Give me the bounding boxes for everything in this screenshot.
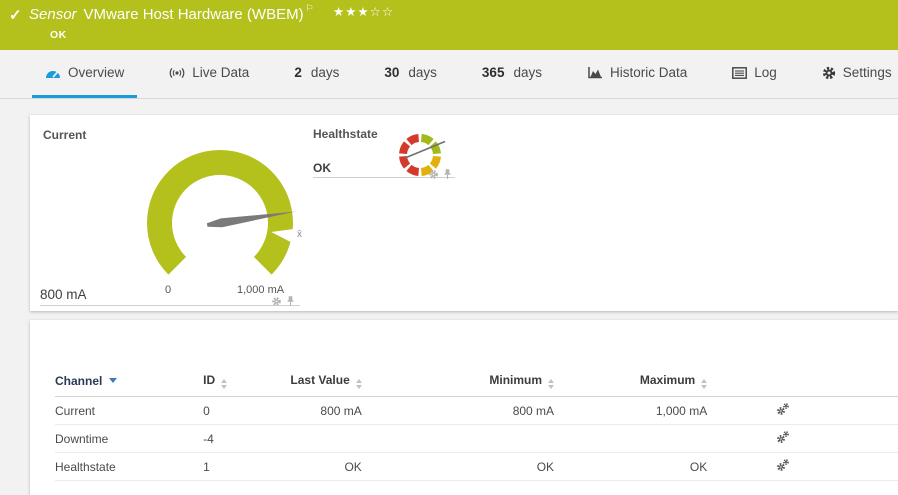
status-check-icon: ✓: [9, 7, 22, 24]
sort-desc-icon: [109, 378, 118, 383]
flag-icon[interactable]: ⚐: [306, 3, 314, 13]
cell-channel[interactable]: Current: [55, 396, 204, 425]
priority-stars[interactable]: ★★★☆☆: [333, 4, 394, 19]
current-last-value: 800 mA: [40, 287, 87, 302]
healthstate-gauge-segment: [406, 134, 420, 146]
tab-2-days[interactable]: 2 days: [281, 50, 352, 98]
sensor-kind-label: Sensor: [29, 6, 77, 23]
cell-maximum: [554, 424, 708, 453]
tab-number: 30: [384, 65, 400, 80]
current-gauge: x̄: [147, 149, 302, 275]
current-gauge-min-label: 0: [164, 284, 172, 296]
healthstate-gauge-segment: [420, 134, 434, 146]
column-header-last-value[interactable]: Last Value: [262, 366, 362, 397]
current-gauge-pin-icon[interactable]: [285, 295, 296, 307]
status-badge: OK: [50, 29, 67, 41]
column-header-channel[interactable]: Channel: [55, 366, 204, 397]
tab-historic-data[interactable]: Historic Data: [574, 50, 700, 98]
sort-icon: [355, 379, 362, 389]
tab-label: days: [513, 65, 542, 80]
cell-channel[interactable]: Downtime: [55, 424, 204, 453]
cell-last-value: 800 mA: [262, 396, 362, 425]
stars-empty[interactable]: ☆☆: [370, 5, 394, 19]
tab-number: 2: [294, 65, 302, 80]
healthstate-gauge-segment: [429, 155, 441, 169]
channels-table-panel: Channel ID Last Value Minimum Maximum Cu…: [30, 320, 898, 495]
area-chart-icon: [588, 67, 602, 79]
tab-settings[interactable]: Settings: [809, 50, 898, 98]
column-header-id[interactable]: ID: [203, 366, 263, 397]
healthstate-gauge-pin-icon[interactable]: [442, 168, 453, 180]
tab-label: Overview: [68, 65, 125, 80]
tab-label: Live Data: [192, 65, 250, 80]
channel-edit-button[interactable]: [775, 402, 791, 416]
cell-id: 1: [203, 452, 263, 481]
healthstate-last-value: OK: [313, 161, 331, 175]
cell-maximum: 1,000 mA: [554, 396, 708, 425]
log-icon: [732, 66, 748, 79]
column-header-edit: [707, 366, 898, 397]
current-card-divider: [40, 305, 300, 306]
healthstate-gauge-settings-icon[interactable]: [428, 169, 439, 180]
tab-overview[interactable]: Overview: [32, 50, 138, 98]
gear-icon: [822, 66, 835, 79]
sort-icon: [221, 379, 228, 389]
column-header-minimum[interactable]: Minimum: [361, 366, 555, 397]
page-title: VMware Host Hardware (WBEM): [83, 6, 304, 23]
cell-minimum: 800 mA: [361, 396, 555, 425]
cell-last-value: OK: [262, 452, 362, 481]
healthstate-gauge-segment: [399, 141, 411, 155]
broadcast-icon: [169, 67, 185, 78]
tab-live-data[interactable]: Live Data: [156, 50, 262, 98]
stars-filled[interactable]: ★★★: [333, 5, 370, 19]
current-gauge-avg-symbol: x̄: [297, 229, 302, 240]
tab-label: Log: [754, 65, 777, 80]
tab-30-days[interactable]: 30 days: [371, 50, 450, 98]
tab-label: Settings: [842, 65, 892, 80]
cell-last-value: [262, 424, 362, 453]
tab-365-days[interactable]: 365 days: [469, 50, 555, 98]
cell-maximum: OK: [554, 452, 708, 481]
tab-number: 365: [481, 65, 505, 80]
table-row[interactable]: Downtime -4: [55, 424, 898, 453]
gauge-icon: [46, 70, 60, 78]
cell-minimum: OK: [361, 452, 555, 481]
sensor-title-line: Sensor VMware Host Hardware (WBEM) ⚐: [29, 3, 314, 23]
current-gauge-arc: [147, 149, 293, 275]
sort-icon: [548, 379, 555, 389]
channels-table: Channel ID Last Value Minimum Maximum Cu…: [55, 366, 898, 481]
table-row[interactable]: Current 0 800 mA 800 mA 1,000 mA: [55, 396, 898, 425]
tab-bar: Overview Live Data 2 days 30 days 365 da…: [0, 50, 898, 99]
cell-minimum: [361, 424, 555, 453]
current-gauge-settings-icon[interactable]: [271, 296, 282, 307]
table-row[interactable]: Healthstate 1 OK OK OK: [55, 452, 898, 481]
healthstate-gauge-title: Healthstate: [313, 127, 378, 141]
sort-icon: [701, 379, 708, 389]
overview-gauges-panel: Current x̄ 0 1,000 mA 800 mA Healthstate: [30, 115, 898, 311]
column-header-maximum[interactable]: Maximum: [554, 366, 708, 397]
table-header-row: Channel ID Last Value Minimum Maximum: [55, 366, 898, 397]
channel-edit-button[interactable]: [775, 458, 791, 472]
tab-label: days: [408, 65, 437, 80]
tab-label: Historic Data: [609, 65, 688, 80]
sensor-header: ✓ Sensor VMware Host Hardware (WBEM) ⚐ ★★★…: [0, 0, 898, 50]
healthstate-gauge-segment: [406, 164, 420, 176]
current-gauge-title: Current: [43, 128, 87, 142]
cell-id: 0: [203, 396, 263, 425]
tab-log[interactable]: Log: [719, 50, 790, 98]
cell-id: -4: [203, 424, 263, 453]
channel-edit-button[interactable]: [775, 430, 791, 444]
cell-channel[interactable]: Healthstate: [55, 452, 204, 481]
tab-label: days: [310, 65, 340, 80]
